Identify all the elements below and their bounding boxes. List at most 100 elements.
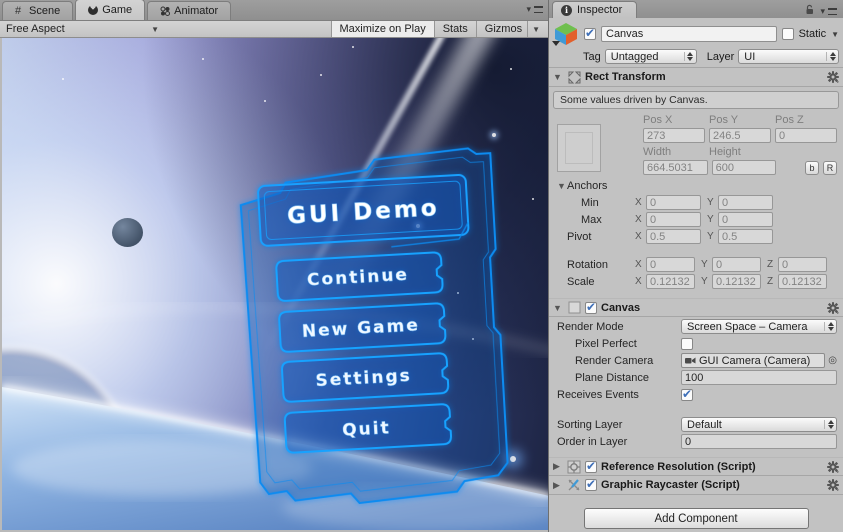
tab-inspector[interactable]: i Inspector [552,1,638,18]
render-mode-row: Render Mode Screen Space – Camera [557,319,837,334]
tab-animator[interactable]: Animator [147,1,232,20]
pos-x-field[interactable]: 273 [643,128,705,143]
min-y-field[interactable]: 0 [718,195,773,210]
tab-scene[interactable]: # Scene [2,1,74,20]
reference-resolution-checkbox[interactable] [585,459,597,473]
foldout-collapsed-icon[interactable]: ▶ [553,480,563,491]
width-field[interactable]: 664.5031 [643,160,708,175]
gameobject-active-checkbox[interactable] [584,26,596,40]
static-label: Static [798,28,827,40]
pivot-x-field[interactable]: 0.5 [646,229,701,244]
plane-distance-label: Plane Distance [575,371,649,384]
order-in-layer-field[interactable]: 0 [681,434,837,449]
game-panel-menu-icon[interactable]: ▾ [526,4,543,15]
gear-icon[interactable] [827,479,839,491]
pos-z-field[interactable]: 0 [775,128,837,143]
scale-z-field[interactable]: 0.12132 [778,274,827,289]
game-viewport[interactable]: GUI Demo Continue New Game Settings Quit [0,38,548,532]
gameobject-cube-icon[interactable] [552,22,579,46]
name-field[interactable]: Canvas [601,26,777,42]
pixel-perfect-label: Pixel Perfect [575,337,637,350]
aspect-dropdown[interactable]: Free Aspect ▼ [0,21,165,37]
game-pacman-icon [88,5,99,15]
scale-x-field[interactable]: 0.12132 [646,274,695,289]
star-icon [510,68,512,70]
scale-y-field[interactable]: 0.12132 [712,274,761,289]
sorting-layer-value: Default [687,418,722,431]
rotation-z-field[interactable]: 0 [778,257,827,272]
height-field[interactable]: 600 [711,160,777,175]
render-camera-field[interactable]: GUI Camera (Camera) [681,353,826,368]
rect-transform-header[interactable]: ▼ Rect Transform [549,68,843,87]
chevron-down-icon: ▼ [527,21,540,37]
render-mode-dropdown[interactable]: Screen Space – Camera [681,319,837,334]
help-box: Some values driven by Canvas. [553,91,839,109]
anchors-max-row: Max X0 Y0 [557,212,837,227]
raw-edit-mode-button[interactable]: R [823,161,838,175]
gear-icon[interactable] [827,301,839,314]
canvas-component-header[interactable]: ▼ Canvas [549,298,843,317]
tab-game[interactable]: Game [75,0,146,20]
star-icon [62,78,64,80]
lock-icon[interactable] [805,4,815,18]
gizmos-button[interactable]: Gizmos ▼ [475,21,548,37]
z-axis-label: Z [767,276,774,287]
maximize-on-play-button[interactable]: Maximize on Play [330,21,434,37]
max-y-field[interactable]: 0 [718,212,773,227]
graphic-raycaster-header[interactable]: ▶ Graphic Raycaster (Script) [549,476,843,495]
chevron-down-icon: ▼ [151,24,159,34]
plane-distance-row: Plane Distance 100 [557,370,837,385]
tag-dropdown[interactable]: Untagged [604,49,697,64]
add-component-button[interactable]: Add Component [583,508,809,529]
anchor-preview[interactable] [557,124,601,172]
layer-dropdown[interactable]: UI [738,49,839,64]
tab-game-label: Game [102,4,133,16]
foldout-open-icon[interactable]: ▼ [553,303,563,313]
gear-icon[interactable] [827,71,839,83]
static-checkbox[interactable] [781,28,794,40]
blueprint-mode-button[interactable]: b [805,161,820,175]
foldout-open-icon[interactable]: ▼ [557,181,567,191]
reference-resolution-header[interactable]: ▶ Reference Resolution (Script) [549,457,843,476]
graphic-raycaster-checkbox[interactable] [585,477,597,491]
settings-button[interactable]: Settings [281,352,450,403]
foldout-open-icon[interactable]: ▼ [553,72,563,82]
static-dropdown-icon[interactable]: ▼ [831,30,839,39]
star-icon [202,58,204,60]
canvas-enabled-checkbox[interactable] [585,300,597,314]
inspector-panel-menu-icon[interactable]: ▾ [820,6,837,17]
min-x-field[interactable]: 0 [646,195,701,210]
y-axis-label: Y [707,214,714,225]
star-icon [264,100,266,102]
z-axis-label: Z [767,259,774,270]
sorting-layer-dropdown[interactable]: Default [681,417,837,432]
pixel-perfect-row: Pixel Perfect [557,336,837,351]
continue-button[interactable]: Continue [275,251,444,302]
tab-scene-label: Scene [29,5,61,17]
rotation-y-field[interactable]: 0 [712,257,761,272]
reference-resolution-icon [567,460,581,474]
pivot-y-field[interactable]: 0.5 [718,229,773,244]
plane-distance-field[interactable]: 100 [681,370,837,385]
max-x-field[interactable]: 0 [646,212,701,227]
rotation-x-field[interactable]: 0 [646,257,695,272]
anchors-foldout-row[interactable]: ▼ Anchors [557,178,837,193]
pixel-perfect-checkbox[interactable] [681,337,693,350]
pos-y-field[interactable]: 246.5 [709,128,771,143]
new-game-button[interactable]: New Game [278,302,447,353]
y-axis-label: Y [701,276,708,287]
layer-value: UI [744,50,756,63]
receives-events-checkbox[interactable] [681,387,693,401]
gear-icon[interactable] [827,460,839,473]
object-picker-icon[interactable]: ◎ [828,355,837,366]
pos-z-label: Pos Z [775,114,804,126]
pivot-label: Pivot [567,230,592,243]
foldout-collapsed-icon[interactable]: ▶ [553,461,563,472]
x-axis-label: X [635,197,642,208]
anchors-min-row: Min X0 Y0 [557,195,837,210]
stats-button[interactable]: Stats [433,21,476,37]
quit-button[interactable]: Quit [283,403,452,454]
info-icon: i [561,4,572,16]
updown-arrows-icon [683,52,694,61]
tab-animator-label: Animator [174,5,219,17]
